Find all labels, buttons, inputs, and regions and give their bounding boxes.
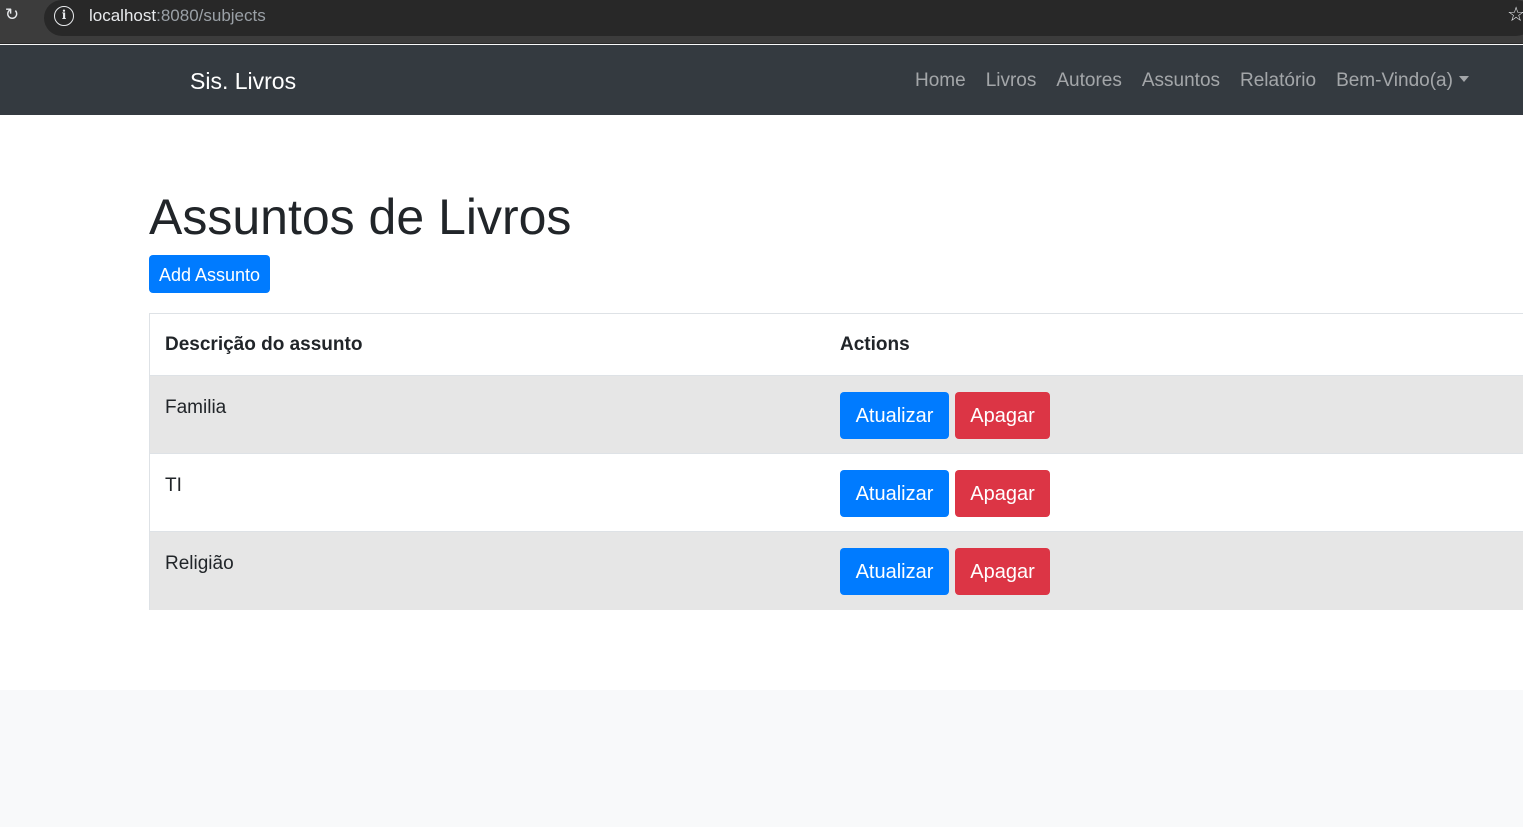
url-text[interactable]: localhost:8080/subjects [89,5,266,27]
main-content: Assuntos de Livros Add Assunto Descrição… [0,115,1523,690]
subject-description: Familia [165,397,227,418]
subject-description: TI [165,475,182,496]
delete-button[interactable]: Apagar [955,470,1050,517]
delete-button[interactable]: Apagar [955,392,1050,439]
update-button[interactable]: Atualizar [840,548,949,595]
row-actions: Atualizar Apagar [840,470,1050,517]
subject-description: Religião [165,553,234,574]
row-actions: Atualizar Apagar [840,548,1050,595]
nav-link-assuntos[interactable]: Assuntos [1132,68,1230,94]
column-header-actions: Actions [840,334,910,355]
browser-toolbar: ↻ i localhost:8080/subjects ☆ [0,0,1523,44]
caret-down-icon [1458,76,1469,82]
table-header: Descrição do assunto Actions [150,314,1523,376]
user-menu-label: Bem-Vindo(a) [1336,70,1453,91]
update-button[interactable]: Atualizar [840,392,949,439]
navbar-brand[interactable]: Sis. Livros [190,67,296,95]
navbar: Sis. Livros Home Livros Autores Assuntos… [0,45,1523,115]
star-icon[interactable]: ☆ [1507,3,1523,27]
nav-link-relatorio[interactable]: Relatório [1230,68,1326,94]
url-host: localhost [89,6,157,25]
address-bar[interactable]: i localhost:8080/subjects [44,0,1523,36]
table-row: Religião Atualizar Apagar [150,532,1523,610]
url-path: :8080/subjects [156,6,266,25]
delete-button[interactable]: Apagar [955,548,1050,595]
row-actions: Atualizar Apagar [840,392,1050,439]
add-subject-button[interactable]: Add Assunto [149,255,270,293]
reload-icon[interactable]: ↻ [2,5,22,25]
subjects-table: Descrição do assunto Actions Familia Atu… [149,313,1523,610]
table-row: TI Atualizar Apagar [150,454,1523,532]
info-icon[interactable]: i [54,6,74,26]
column-header-description: Descrição do assunto [165,334,363,355]
user-menu-dropdown[interactable]: Bem-Vindo(a) [1326,68,1479,94]
nav-link-livros[interactable]: Livros [976,68,1047,94]
update-button[interactable]: Atualizar [840,470,949,517]
nav-link-autores[interactable]: Autores [1046,68,1131,94]
nav-link-home[interactable]: Home [905,68,976,94]
nav-links: Home Livros Autores Assuntos Relatório B… [905,68,1479,94]
page-title: Assuntos de Livros [149,189,572,245]
table-row: Familia Atualizar Apagar [150,376,1523,454]
